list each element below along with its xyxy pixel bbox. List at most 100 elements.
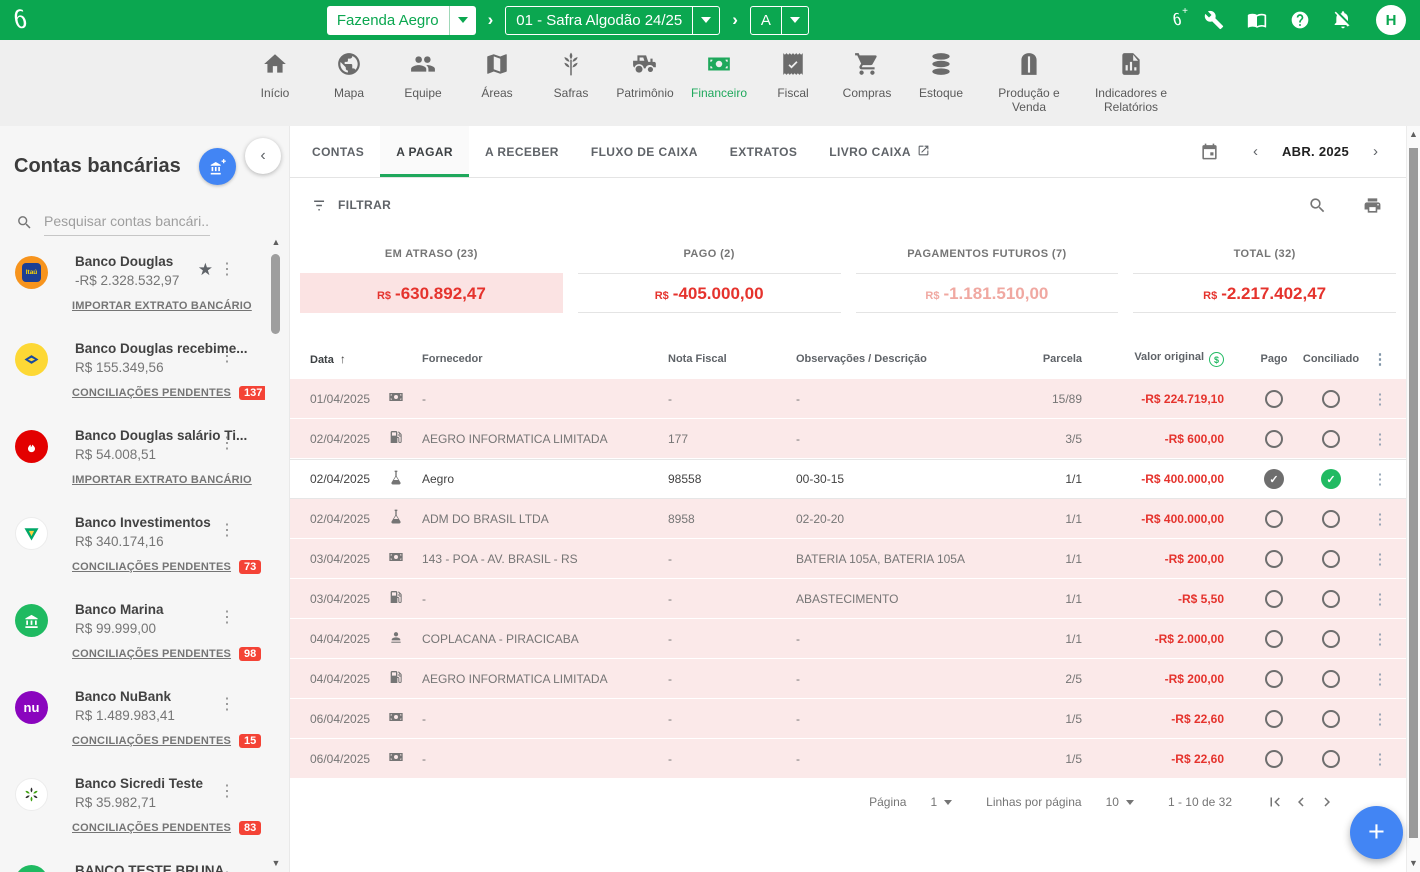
nav-item-producao-e-venda[interactable]: Produção e Venda [984, 51, 1074, 126]
paid-checkbox[interactable] [1265, 590, 1283, 608]
bank-menu-icon[interactable]: ⋮ [219, 520, 235, 540]
payable-row[interactable]: 06/04/2025---1/5-R$ 22,60⋮ [290, 739, 1406, 779]
reconciled-checkbox[interactable] [1322, 510, 1340, 528]
user-avatar[interactable]: H [1376, 5, 1406, 35]
reconciled-checkbox[interactable]: ✓ [1321, 469, 1341, 489]
bank-account-item[interactable]: BANCO TESTE BRUNA R$ 4.459,51 ⋮ [0, 853, 265, 872]
paid-checkbox[interactable] [1265, 550, 1283, 568]
calendar-icon[interactable] [1200, 142, 1219, 161]
guide-book-icon[interactable] [1247, 10, 1267, 30]
row-menu-icon[interactable]: ⋮ [1362, 470, 1398, 488]
bank-menu-icon[interactable]: ⋮ [219, 868, 235, 872]
bank-account-item[interactable]: Banco Douglas recebime... R$ 155.349,56 … [0, 331, 265, 401]
row-menu-icon[interactable]: ⋮ [1362, 390, 1398, 408]
scroll-up-icon[interactable]: ▲ [1407, 130, 1420, 139]
season-selector[interactable]: 01 - Safra Algodão 24/25 [505, 6, 720, 35]
favorite-star-icon[interactable]: ★ [198, 260, 213, 280]
paid-checkbox[interactable]: ✓ [1264, 469, 1284, 489]
bank-action-link[interactable]: CONCILIAÇÕES PENDENTES [72, 387, 231, 399]
sidebar-scrollbar[interactable]: ▲ ▼ [270, 238, 282, 868]
nav-item-inicio[interactable]: Início [244, 51, 306, 126]
bank-account-item[interactable]: Banco Investimentos R$ 340.174,16 CONCIL… [0, 505, 265, 575]
nav-item-mapa[interactable]: Mapa [318, 51, 380, 126]
tab-contas[interactable]: CONTAS [296, 126, 380, 177]
farm-selector-caret[interactable] [449, 6, 476, 35]
bank-account-item[interactable]: nu Banco NuBank R$ 1.489.983,41 CONCILIA… [0, 679, 265, 749]
nav-item-financeiro[interactable]: Financeiro [688, 51, 750, 126]
sidebar-collapse-button[interactable]: ‹ [245, 138, 281, 174]
page-select[interactable]: 1 [930, 795, 952, 809]
print-icon[interactable] [1363, 196, 1382, 215]
paid-checkbox[interactable] [1265, 390, 1283, 408]
summary-card-paid[interactable]: PAGO (2) R$-405.000,00 [578, 248, 841, 313]
nav-item-patrimonio[interactable]: Patrimônio [614, 51, 676, 126]
rows-per-page-select[interactable]: 10 [1106, 795, 1134, 809]
bank-menu-icon[interactable]: ⋮ [219, 781, 235, 801]
previous-page-icon[interactable] [1292, 793, 1310, 811]
page-scrollbar[interactable]: ▲ ▼ [1406, 126, 1420, 872]
next-page-icon[interactable] [1318, 793, 1336, 811]
bank-menu-icon[interactable]: ⋮ [219, 607, 235, 627]
column-header-observacoes[interactable]: Observações / Descrição [796, 353, 1016, 365]
unit-selector[interactable]: A [750, 6, 809, 35]
reconciled-checkbox[interactable] [1322, 750, 1340, 768]
add-bank-account-button[interactable] [199, 148, 236, 185]
bank-account-item[interactable]: Banco Douglas salário Ti... R$ 54.008,51… [0, 418, 265, 488]
payable-row[interactable]: 03/04/2025--ABASTECIMENTO1/1-R$ 5,50⋮ [290, 579, 1406, 619]
scroll-up-icon[interactable]: ▲ [270, 238, 282, 247]
tab-a-pagar[interactable]: A PAGAR [380, 126, 469, 177]
bank-action-link[interactable]: CONCILIAÇÕES PENDENTES [72, 561, 231, 573]
column-header-conciliado[interactable]: Conciliado [1300, 353, 1362, 365]
add-payable-button[interactable]: + [1350, 806, 1403, 859]
notifications-off-icon[interactable] [1333, 10, 1353, 30]
paid-checkbox[interactable] [1265, 510, 1283, 528]
scroll-down-icon[interactable]: ▼ [1407, 859, 1420, 868]
reconciled-checkbox[interactable] [1322, 390, 1340, 408]
season-selector-caret[interactable] [692, 7, 719, 34]
help-icon[interactable] [1290, 10, 1310, 30]
row-menu-icon[interactable]: ⋮ [1362, 750, 1398, 768]
reconciled-checkbox[interactable] [1322, 710, 1340, 728]
scroll-down-icon[interactable]: ▼ [270, 859, 282, 868]
tab-a-receber[interactable]: A RECEBER [469, 126, 575, 177]
summary-card-future[interactable]: PAGAMENTOS FUTUROS (7) R$-1.181.510,00 [856, 248, 1119, 313]
scrollbar-thumb[interactable] [271, 254, 280, 334]
row-menu-icon[interactable]: ⋮ [1362, 670, 1398, 688]
aegro-add-icon[interactable]: ∂+ [1173, 10, 1181, 30]
column-header-pago[interactable]: Pago [1248, 353, 1300, 365]
reconciled-checkbox[interactable] [1322, 430, 1340, 448]
bank-action-link[interactable]: IMPORTAR EXTRATO BANCÁRIO [72, 474, 252, 486]
paid-checkbox[interactable] [1265, 670, 1283, 688]
nav-item-compras[interactable]: Compras [836, 51, 898, 126]
scrollbar-thumb[interactable] [1409, 148, 1418, 838]
payable-row[interactable]: 01/04/2025---15/89-R$ 224.719,10⋮ [290, 379, 1406, 419]
paid-checkbox[interactable] [1265, 710, 1283, 728]
filter-button[interactable]: FILTRAR [312, 197, 391, 214]
search-icon[interactable] [1308, 196, 1327, 215]
column-header-data[interactable]: Data↑ [310, 352, 388, 366]
nav-item-fiscal[interactable]: Fiscal [762, 51, 824, 126]
payable-row[interactable]: 02/04/2025Aegro9855800-30-151/1-R$ 400.0… [290, 459, 1406, 499]
payable-row[interactable]: 03/04/2025143 - POA - AV. BRASIL - RS-BA… [290, 539, 1406, 579]
payable-row[interactable]: 04/04/2025COPLACANA - PIRACICABA--1/1-R$… [290, 619, 1406, 659]
bank-action-link[interactable]: CONCILIAÇÕES PENDENTES [72, 822, 231, 834]
bank-menu-icon[interactable]: ⋮ [219, 259, 235, 279]
column-header-parcela[interactable]: Parcela [1016, 353, 1116, 365]
column-header-nota-fiscal[interactable]: Nota Fiscal [668, 353, 796, 365]
next-month-button[interactable]: › [1363, 143, 1388, 160]
payable-row[interactable]: 02/04/2025AEGRO INFORMATICA LIMITADA177-… [290, 419, 1406, 459]
aegro-logo-icon[interactable]: ∂ [14, 6, 27, 32]
bank-action-link[interactable]: CONCILIAÇÕES PENDENTES [72, 735, 231, 747]
unit-selector-caret[interactable] [781, 7, 808, 34]
row-menu-icon[interactable]: ⋮ [1362, 630, 1398, 648]
previous-month-button[interactable]: ‹ [1243, 143, 1268, 160]
nav-item-equipe[interactable]: Equipe [392, 51, 454, 126]
paid-checkbox[interactable] [1265, 630, 1283, 648]
bank-menu-icon[interactable]: ⋮ [219, 433, 235, 453]
tab-livro-caixa[interactable]: LIVRO CAIXA [813, 126, 946, 177]
column-header-fornecedor[interactable]: Fornecedor [422, 353, 668, 365]
reconciled-checkbox[interactable] [1322, 630, 1340, 648]
reconciled-checkbox[interactable] [1322, 550, 1340, 568]
bank-action-link[interactable]: CONCILIAÇÕES PENDENTES [72, 648, 231, 660]
bank-action-link[interactable]: IMPORTAR EXTRATO BANCÁRIO [72, 300, 252, 312]
